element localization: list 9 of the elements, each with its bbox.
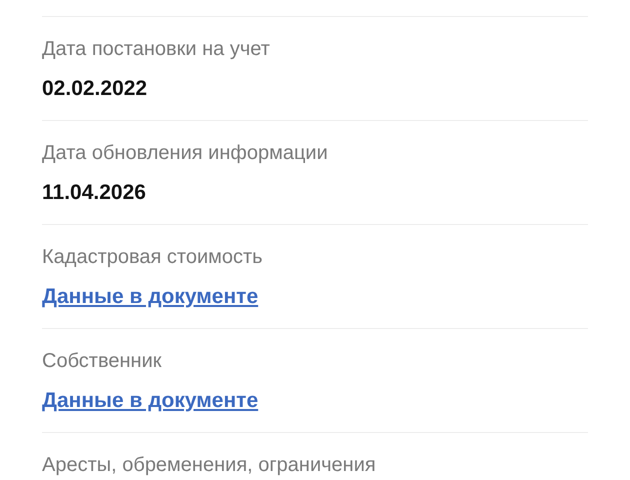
field-label: Дата обновления информации [42,141,328,166]
field-label: Дата постановки на учет [42,37,270,62]
document-link[interactable]: Данные в документе [42,388,258,414]
field-label: Аресты, обременения, ограничения [42,453,376,478]
field-label: Кадастровая стоимость [42,245,263,270]
field-value: 02.02.2022 [42,76,148,102]
field-value: 11.04.2026 [42,180,146,206]
document-link[interactable]: Данные в документе [42,284,258,310]
field-label: Собственник [42,349,162,374]
